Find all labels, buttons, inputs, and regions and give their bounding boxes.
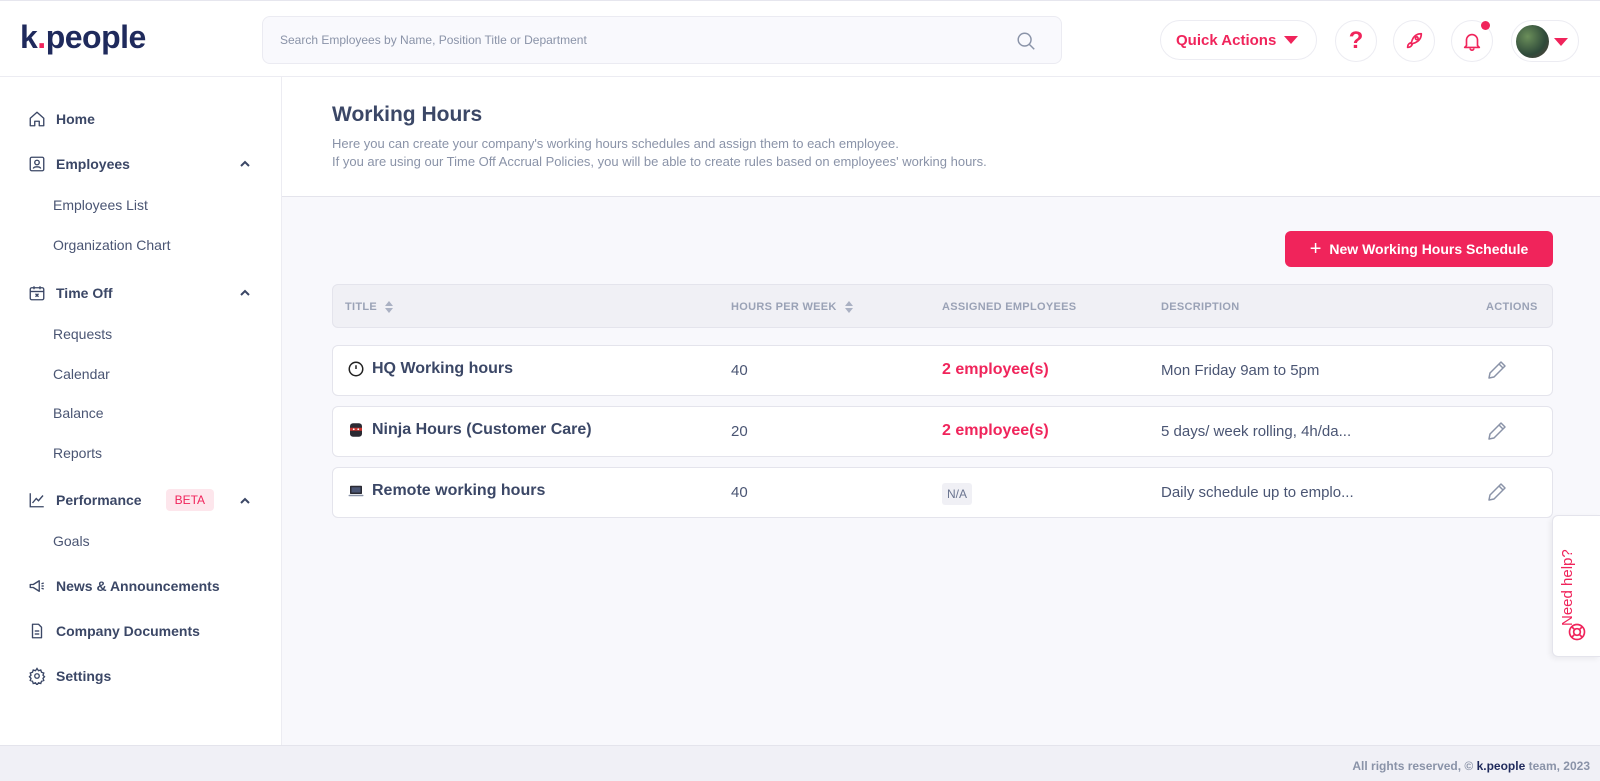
chevron-up-icon[interactable] — [239, 158, 251, 170]
beta-badge: BETA — [165, 489, 215, 511]
chevron-up-icon[interactable] — [239, 495, 251, 507]
rocket-icon — [1406, 32, 1423, 49]
footer: All rights reserved, © k.people team, 20… — [0, 745, 1600, 781]
sidebar-item-reports[interactable]: Reports — [53, 445, 102, 461]
plus-icon: + — [1309, 238, 1322, 260]
notification-badge — [1481, 21, 1490, 30]
sidebar-item-employees[interactable]: Employees — [28, 155, 130, 173]
chart-line-icon — [29, 493, 44, 508]
page-title: Working Hours — [332, 103, 483, 126]
question-mark-icon: ? — [1348, 27, 1364, 54]
sidebar-item-performance[interactable]: Performance BETA — [28, 489, 215, 511]
schedule-title[interactable]: Remote working hours — [372, 482, 545, 500]
assigned-employees-na: N/A — [942, 483, 973, 505]
page-description-line-1: Here you can create your company's worki… — [332, 136, 899, 151]
column-header-actions: ACTIONS — [1486, 301, 1538, 313]
sort-icon[interactable] — [844, 301, 853, 313]
clock-icon — [347, 360, 365, 378]
document-icon — [31, 623, 43, 639]
lifebuoy-icon — [1568, 623, 1586, 641]
pencil-icon[interactable] — [1485, 419, 1509, 443]
table-row[interactable]: Ninja Hours (Customer Care) 20 2 employe… — [332, 406, 1553, 457]
schedule-title[interactable]: HQ Working hours — [372, 360, 513, 378]
sidebar-item-company-documents[interactable]: Company Documents — [28, 622, 200, 640]
schedule-title[interactable]: Ninja Hours (Customer Care) — [372, 421, 592, 439]
sidebar-item-home[interactable]: Home — [28, 110, 95, 128]
quick-actions-label: Quick Actions — [1176, 32, 1277, 49]
copyright-text: All rights reserved, © k.people team, 20… — [1352, 759, 1590, 773]
avatar — [1516, 25, 1549, 58]
table-header: TITLE HOURS PER WEEK ASSIGNED EMPLOYEES … — [332, 284, 1553, 328]
megaphone-icon — [29, 580, 44, 592]
page-description-line-2: If you are using our Time Off Accrual Po… — [332, 154, 987, 169]
hours-per-week: 20 — [731, 423, 748, 440]
sidebar-item-balance[interactable]: Balance — [53, 405, 104, 421]
table-row[interactable]: HQ Working hours 40 2 employee(s) Mon Fr… — [332, 345, 1553, 396]
column-header-title[interactable]: TITLE — [345, 301, 394, 313]
sidebar: Home Employees Employees List Organizati… — [0, 77, 282, 745]
column-header-hours[interactable]: HOURS PER WEEK — [731, 301, 853, 313]
gear-icon — [28, 667, 46, 685]
assigned-employees-link[interactable]: 2 employee(s) — [942, 422, 1049, 440]
sidebar-item-organization-chart[interactable]: Organization Chart — [53, 237, 171, 253]
sidebar-item-calendar[interactable]: Calendar — [53, 366, 110, 382]
pencil-icon[interactable] — [1485, 480, 1509, 504]
need-help-tab[interactable]: Need help? — [1552, 515, 1600, 657]
sort-icon[interactable] — [385, 301, 394, 313]
hours-per-week: 40 — [731, 484, 748, 501]
sidebar-item-settings[interactable]: Settings — [28, 667, 111, 685]
employee-search-input[interactable]: Search Employees by Name, Position Title… — [262, 16, 1062, 64]
user-card-icon — [29, 156, 45, 172]
schedule-description: 5 days/ week rolling, 4h/da... — [1161, 423, 1352, 440]
new-working-hours-schedule-button[interactable]: + New Working Hours Schedule — [1285, 231, 1553, 267]
caret-down-icon — [1554, 38, 1568, 46]
kpeople-logo[interactable]: k.people — [20, 19, 146, 56]
caret-down-icon — [1284, 36, 1298, 44]
sidebar-item-news[interactable]: News & Announcements — [28, 577, 220, 595]
bell-icon — [1463, 33, 1481, 51]
search-placeholder: Search Employees by Name, Position Title… — [280, 33, 587, 47]
ninja-icon — [347, 421, 365, 439]
hours-per-week: 40 — [731, 362, 748, 379]
quick-actions-button[interactable]: Quick Actions — [1160, 20, 1317, 60]
assigned-employees-link[interactable]: 2 employee(s) — [942, 361, 1049, 379]
home-icon — [29, 111, 45, 127]
sidebar-item-goals[interactable]: Goals — [53, 533, 90, 549]
notifications-button[interactable] — [1451, 20, 1493, 62]
help-button[interactable]: ? — [1335, 20, 1377, 62]
need-help-label: Need help? — [1559, 549, 1576, 626]
table-row[interactable]: Remote working hours 40 N/A Daily schedu… — [332, 467, 1553, 518]
profile-menu-button[interactable] — [1511, 20, 1579, 62]
getting-started-button[interactable] — [1393, 20, 1435, 62]
sidebar-item-time-off[interactable]: Time Off — [28, 284, 113, 302]
top-header: k.people Search Employees by Name, Posit… — [0, 0, 1600, 77]
sidebar-item-requests[interactable]: Requests — [53, 326, 112, 342]
page-header: Working Hours Here you can create your c… — [282, 77, 1600, 197]
sidebar-item-employees-list[interactable]: Employees List — [53, 197, 148, 213]
column-header-description: DESCRIPTION — [1161, 301, 1240, 313]
pencil-icon[interactable] — [1485, 358, 1509, 382]
schedule-description: Mon Friday 9am to 5pm — [1161, 362, 1320, 379]
laptop-icon — [347, 482, 365, 500]
column-header-assigned: ASSIGNED EMPLOYEES — [942, 301, 1077, 313]
chevron-up-icon[interactable] — [239, 287, 251, 299]
search-icon[interactable] — [1015, 30, 1037, 52]
calendar-icon — [29, 286, 45, 301]
schedule-description: Daily schedule up to emplo... — [1161, 484, 1354, 501]
